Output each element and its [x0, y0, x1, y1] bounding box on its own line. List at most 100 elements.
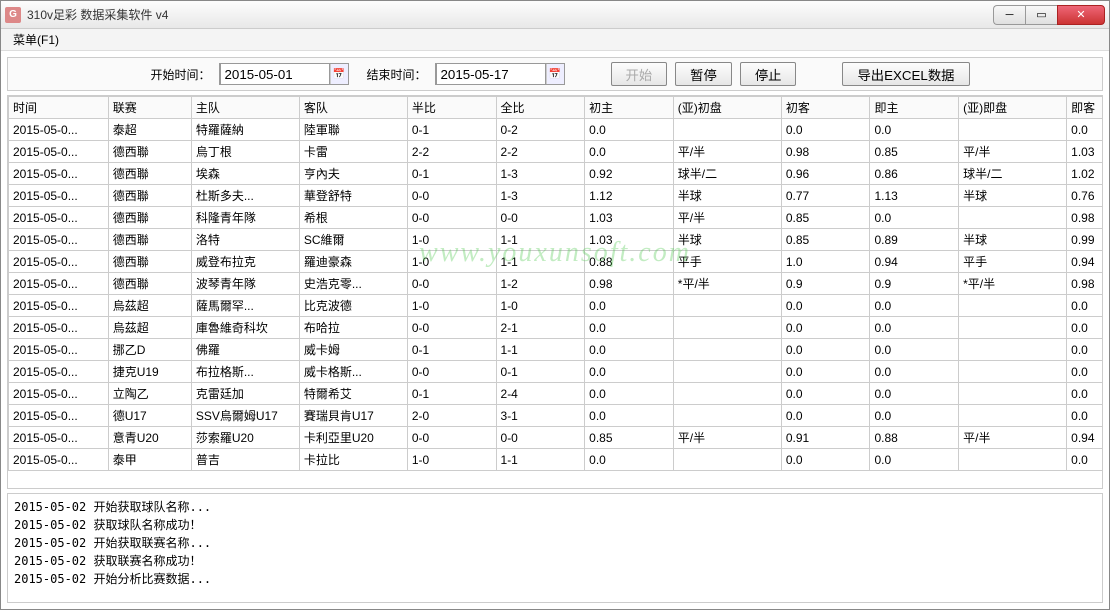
- table-cell: [959, 449, 1067, 471]
- table-cell: [673, 405, 781, 427]
- table-row[interactable]: 2015-05-0...德西聯威登布拉克羅迪豪森1-01-10.88平手1.00…: [9, 251, 1103, 273]
- calendar-icon[interactable]: 📅: [546, 64, 564, 84]
- column-header[interactable]: 初主: [585, 97, 674, 119]
- table-cell: 1-1: [496, 229, 585, 251]
- table-cell: [959, 361, 1067, 383]
- toolbar: 开始时间： 📅 结束时间： 📅 开始 暂停 停止 导出EXCEL数据: [7, 57, 1103, 91]
- column-header[interactable]: 即客: [1067, 97, 1102, 119]
- table-row[interactable]: 2015-05-0...烏茲超薩馬爾罕...比克波德1-01-00.00.00.…: [9, 295, 1103, 317]
- stop-button[interactable]: 停止: [740, 62, 797, 86]
- table-cell: 平/半: [673, 207, 781, 229]
- table-cell: [959, 317, 1067, 339]
- table-row[interactable]: 2015-05-0...德U17SSV烏爾姆U17賽瑞貝肯U172-03-10.…: [9, 405, 1103, 427]
- table-cell: 0.0: [870, 295, 959, 317]
- table-cell: 0.0: [781, 119, 870, 141]
- table-cell: 德西聯: [108, 251, 191, 273]
- export-excel-button[interactable]: 导出EXCEL数据: [842, 62, 969, 86]
- column-header[interactable]: 全比: [496, 97, 585, 119]
- table-row[interactable]: 2015-05-0...意青U20莎索羅U20卡利亞里U200-00-00.85…: [9, 427, 1103, 449]
- table-row[interactable]: 2015-05-0...德西聯洛特SC維爾1-01-11.03半球0.850.8…: [9, 229, 1103, 251]
- minimize-button[interactable]: ─: [993, 5, 1025, 25]
- table-cell: 0.76: [1067, 185, 1102, 207]
- start-button[interactable]: 开始: [611, 62, 668, 86]
- column-header[interactable]: 初客: [781, 97, 870, 119]
- table-cell: 2015-05-0...: [9, 295, 109, 317]
- table-row[interactable]: 2015-05-0...烏茲超庫魯維奇科坎布哈拉0-02-10.00.00.00…: [9, 317, 1103, 339]
- table-cell: 2015-05-0...: [9, 229, 109, 251]
- table-cell: 0-2: [496, 119, 585, 141]
- table-cell: 0-0: [407, 207, 496, 229]
- table-cell: 0-1: [496, 361, 585, 383]
- table-cell: 威登布拉克: [191, 251, 299, 273]
- table-cell: *平/半: [959, 273, 1067, 295]
- column-header[interactable]: 半比: [407, 97, 496, 119]
- table-cell: [959, 119, 1067, 141]
- table-cell: 1-1: [496, 449, 585, 471]
- table-cell: 2015-05-0...: [9, 317, 109, 339]
- table-cell: 2015-05-0...: [9, 339, 109, 361]
- table-cell: 半球: [673, 185, 781, 207]
- table-cell: 2-4: [496, 383, 585, 405]
- table-cell: 0.85: [585, 427, 674, 449]
- table-cell: 0-0: [407, 361, 496, 383]
- table-cell: 威卡格斯...: [299, 361, 407, 383]
- table-row[interactable]: 2015-05-0...泰超特羅薩納陸軍聯0-10-20.00.00.00.00…: [9, 119, 1103, 141]
- pause-button[interactable]: 暂停: [675, 62, 732, 86]
- table-row[interactable]: 2015-05-0...德西聯科隆青年隊希根0-00-01.03平/半0.850…: [9, 207, 1103, 229]
- table-cell: 泰超: [108, 119, 191, 141]
- table-row[interactable]: 2015-05-0...德西聯波琴青年隊史浩克零...0-01-20.98*平/…: [9, 273, 1103, 295]
- table-cell: [959, 295, 1067, 317]
- log-line: 2015-05-02 获取球队名称成功！: [14, 516, 1096, 534]
- table-cell: 陸軍聯: [299, 119, 407, 141]
- table-cell: 0.0: [781, 449, 870, 471]
- table-cell: 0.98: [1067, 207, 1102, 229]
- start-date-picker[interactable]: 📅: [219, 63, 349, 85]
- table-row[interactable]: 2015-05-0...捷克U19布拉格斯...威卡格斯...0-00-10.0…: [9, 361, 1103, 383]
- table-cell: 0.0: [870, 449, 959, 471]
- end-date-input[interactable]: [436, 63, 546, 85]
- table-row[interactable]: 2015-05-0...立陶乙克雷廷加特爾希艾0-12-40.00.00.00.…: [9, 383, 1103, 405]
- table-cell: 2015-05-0...: [9, 383, 109, 405]
- table-cell: 0-0: [407, 427, 496, 449]
- table-row[interactable]: 2015-05-0...泰甲普吉卡拉比1-01-10.00.00.00.00.0…: [9, 449, 1103, 471]
- column-header[interactable]: 时间: [9, 97, 109, 119]
- table-cell: 1-3: [496, 163, 585, 185]
- table-row[interactable]: 2015-05-0...德西聯杜斯多夫...華登舒特0-01-31.12半球0.…: [9, 185, 1103, 207]
- close-button[interactable]: ✕: [1057, 5, 1105, 25]
- table-cell: 埃森: [191, 163, 299, 185]
- table-cell: 1-2: [496, 273, 585, 295]
- column-header[interactable]: 客队: [299, 97, 407, 119]
- table-cell: 德西聯: [108, 229, 191, 251]
- table-cell: 庫魯維奇科坎: [191, 317, 299, 339]
- table-cell: 洛特: [191, 229, 299, 251]
- maximize-button[interactable]: ▭: [1025, 5, 1057, 25]
- table-scroll[interactable]: 时间联赛主队客队半比全比初主(亚)初盘初客即主(亚)即盘即客初大(大小)初盘初 …: [8, 96, 1102, 488]
- log-panel[interactable]: 2015-05-02 开始获取球队名称...2015-05-02 获取球队名称成…: [7, 493, 1103, 603]
- table-row[interactable]: 2015-05-0...德西聯埃森亨內夫0-11-30.92球半/二0.960.…: [9, 163, 1103, 185]
- column-header[interactable]: 即主: [870, 97, 959, 119]
- table-cell: 0.89: [870, 229, 959, 251]
- column-header[interactable]: 主队: [191, 97, 299, 119]
- start-date-input[interactable]: [220, 63, 330, 85]
- table-cell: SSV烏爾姆U17: [191, 405, 299, 427]
- table-cell: 卡拉比: [299, 449, 407, 471]
- table-cell: 2-2: [407, 141, 496, 163]
- calendar-icon[interactable]: 📅: [330, 64, 348, 84]
- column-header[interactable]: 联赛: [108, 97, 191, 119]
- table-cell: 0.0: [870, 207, 959, 229]
- column-header[interactable]: (亚)即盘: [959, 97, 1067, 119]
- data-table-container: 时间联赛主队客队半比全比初主(亚)初盘初客即主(亚)即盘即客初大(大小)初盘初 …: [7, 95, 1103, 489]
- table-row[interactable]: 2015-05-0...德西聯烏丁根卡雷2-22-20.0平/半0.980.85…: [9, 141, 1103, 163]
- end-date-picker[interactable]: 📅: [435, 63, 565, 85]
- table-cell: 平/半: [673, 427, 781, 449]
- table-cell: 0.0: [870, 339, 959, 361]
- table-cell: 平/半: [673, 141, 781, 163]
- table-cell: 平手: [959, 251, 1067, 273]
- table-cell: 2015-05-0...: [9, 427, 109, 449]
- table-row[interactable]: 2015-05-0...挪乙D佛羅威卡姆0-11-10.00.00.00.00.…: [9, 339, 1103, 361]
- column-header[interactable]: (亚)初盘: [673, 97, 781, 119]
- table-cell: [673, 383, 781, 405]
- table-cell: 0.91: [781, 427, 870, 449]
- menu-item[interactable]: 菜单(F1): [7, 29, 65, 50]
- table-cell: 1-1: [496, 339, 585, 361]
